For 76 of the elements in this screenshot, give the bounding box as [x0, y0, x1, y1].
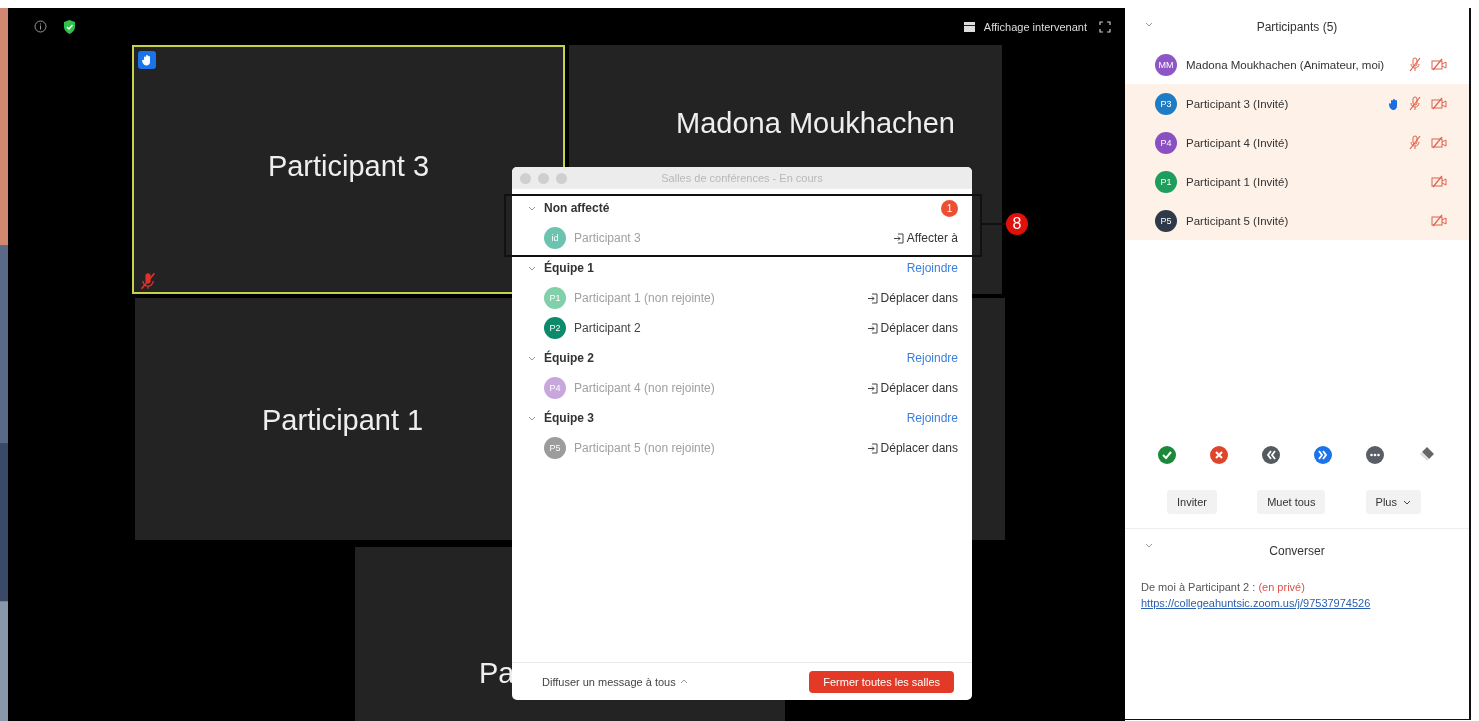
info-icon[interactable] — [34, 20, 47, 33]
avatar: P3 — [1155, 92, 1177, 115]
room-name: Non affecté — [544, 201, 611, 215]
participant-name: Participant 1 (Invité) — [1186, 175, 1290, 188]
avatar: MM — [1155, 53, 1177, 76]
chevron-icon[interactable] — [528, 265, 536, 271]
move-icon — [866, 382, 878, 394]
member-name: Participant 1 (non rejointe) — [574, 291, 716, 305]
join-link[interactable]: Rejoindre — [906, 411, 958, 425]
callout-number: 8 — [1006, 213, 1028, 235]
chat-title: Converser — [1269, 544, 1325, 558]
move-button[interactable]: Déplacer dans — [866, 441, 958, 455]
member-name: Participant 3 — [574, 231, 642, 245]
fullscreen-icon[interactable] — [1099, 20, 1111, 33]
meeting-link[interactable]: https://collegeahuntsic.zoom.us/j/97537974526 — [1141, 597, 1371, 609]
avatar: P5 — [1155, 209, 1177, 232]
participant-name: Madona Moukhachen (Animateur, moi) — [1186, 58, 1386, 71]
participant-row[interactable]: P5 Participant 5 (Invité) — [1125, 201, 1469, 240]
cross-circle-icon[interactable] — [1209, 445, 1229, 465]
count-badge: 1 — [941, 199, 958, 217]
participant-row[interactable]: MM Madona Moukhachen (Animateur, moi) — [1125, 45, 1469, 84]
fast-forward-icon[interactable] — [1313, 445, 1333, 465]
move-icon — [866, 292, 878, 304]
chevron-icon[interactable] — [528, 415, 536, 421]
move-icon — [866, 442, 878, 454]
move-icon — [892, 232, 904, 244]
panel-button[interactable]: Plus — [1365, 490, 1421, 514]
move-button[interactable]: Affecter à — [892, 231, 958, 245]
move-button[interactable]: Déplacer dans — [866, 291, 958, 305]
avatar: P1 — [544, 287, 566, 309]
avatar: P5 — [544, 437, 566, 459]
chevron-icon[interactable] — [528, 355, 536, 361]
check-circle-icon[interactable] — [1157, 445, 1177, 465]
participant-name: Participant 3 — [267, 150, 430, 183]
avatar: id — [544, 227, 566, 249]
chevron-icon[interactable] — [1145, 543, 1153, 548]
message-sender: De moi à Participant 2 : — [1141, 581, 1256, 593]
broadcast-button[interactable]: Diffuser un message à tous — [542, 675, 688, 688]
member-name: Participant 5 (non rejointe) — [574, 441, 716, 455]
caret-icon — [679, 679, 688, 684]
more-icon[interactable] — [1365, 445, 1385, 465]
avatar: P4 — [544, 377, 566, 399]
move-button[interactable]: Déplacer dans — [866, 321, 958, 335]
shield-icon[interactable] — [63, 19, 76, 34]
avatar: P4 — [1155, 131, 1177, 154]
room-name: Équipe 3 — [544, 411, 595, 425]
room-name: Équipe 2 — [544, 351, 595, 365]
participant-name: Participant 5 (Invité) — [1186, 214, 1290, 227]
caret-icon — [1403, 499, 1411, 505]
participant-row[interactable]: P1 Participant 1 (Invité) — [1125, 162, 1469, 201]
join-link[interactable]: Rejoindre — [906, 351, 958, 365]
move-icon — [866, 322, 878, 334]
private-label: (en privé) — [1258, 581, 1305, 593]
panel-title: Participants (5) — [1256, 19, 1338, 34]
grid-icon — [963, 21, 975, 32]
avatar: P1 — [1155, 170, 1177, 193]
chevron-icon[interactable] — [528, 205, 536, 211]
participant-row[interactable]: P3 Participant 3 (Invité) — [1125, 84, 1469, 123]
participant-name: Pa — [479, 657, 515, 690]
participant-name: Participant 4 (Invité) — [1186, 136, 1290, 149]
avatar: P2 — [544, 317, 566, 339]
join-link[interactable]: Rejoindre — [906, 261, 958, 275]
panel-button[interactable]: Inviter — [1167, 490, 1217, 514]
member-name: Participant 4 (non rejointe) — [574, 381, 716, 395]
speaker-view-button[interactable]: Affichage intervenant — [963, 20, 1087, 33]
participant-row[interactable]: P4 Participant 4 (Invité) — [1125, 123, 1469, 162]
close-all-rooms-button[interactable]: Fermer toutes les salles — [809, 670, 954, 693]
participant-name: Madona Moukhachen — [676, 107, 955, 140]
room-name: Équipe 1 — [544, 261, 595, 275]
participant-name: Participant 1 — [262, 403, 424, 437]
rewind-icon[interactable] — [1261, 445, 1281, 465]
member-name: Participant 2 — [574, 321, 642, 335]
panel-button[interactable]: Muet tous — [1257, 490, 1326, 514]
participant-name: Participant 3 (Invité) — [1186, 97, 1290, 110]
chevron-icon[interactable] — [1145, 22, 1153, 27]
move-button[interactable]: Déplacer dans — [866, 381, 958, 395]
